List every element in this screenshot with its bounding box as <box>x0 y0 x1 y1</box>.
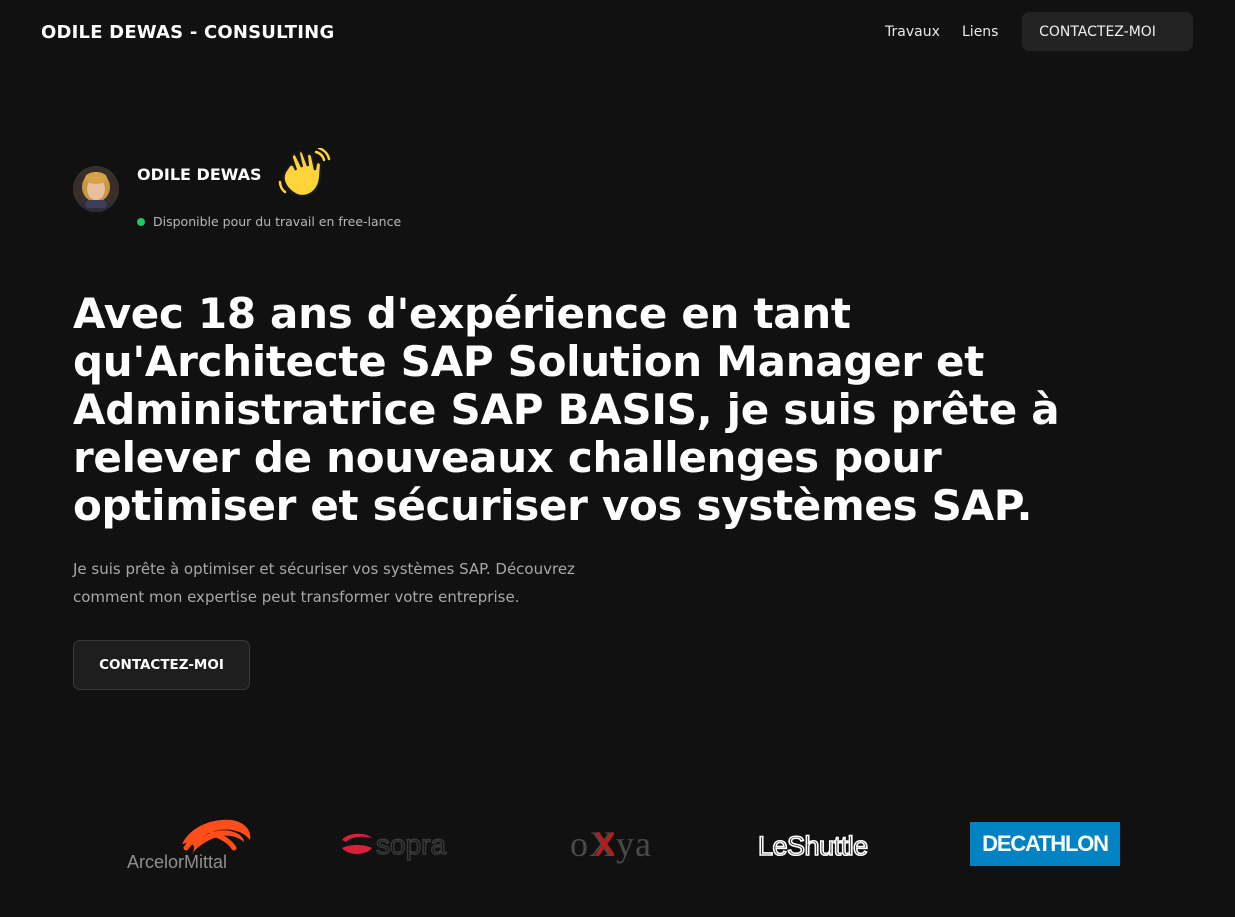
avatar <box>73 166 119 212</box>
sopra-logo-text: sopra <box>376 829 446 860</box>
oxya-logo: oXya <box>568 820 668 870</box>
hero-subtitle: Je suis prête à optimiser et sécuriser v… <box>73 560 575 606</box>
hero-contact-button[interactable]: CONTACTEZ-MOI <box>73 640 250 690</box>
nav-link-travaux[interactable]: Travaux <box>885 24 940 40</box>
brand-logo-text[interactable]: ODILE DEWAS - CONSULTING <box>41 22 334 43</box>
site-header: ODILE DEWAS - CONSULTING Travaux Liens C… <box>0 0 1235 66</box>
nav-link-liens[interactable]: Liens <box>962 24 998 40</box>
oxya-logo-text: oXya <box>570 824 652 864</box>
leshuttle-logo: LeShuttle <box>756 826 906 862</box>
page: ODILE DEWAS - CONSULTING Travaux Liens C… <box>0 0 1235 917</box>
sopra-logo: sopra <box>338 826 468 862</box>
arcelormittal-logo-text: ArcelorMittal <box>127 852 227 872</box>
nav-contact-button[interactable]: CONTACTEZ-MOI <box>1022 12 1193 51</box>
leshuttle-logo-text: LeShuttle <box>758 831 868 861</box>
profile-name: ODILE DEWAS <box>137 165 262 184</box>
avatar-portrait <box>73 166 119 212</box>
waving-hand-icon <box>276 146 332 200</box>
arcelormittal-logo: ArcelorMittal <box>120 814 255 874</box>
decathlon-logo: DECATHLON <box>970 822 1120 866</box>
availability-status-dot <box>137 218 145 226</box>
availability-status-text: Disponible pour du travail en free-lance <box>153 214 402 229</box>
hero-title: Avec 18 ans d'expérience en tant qu'Arch… <box>73 289 1060 530</box>
